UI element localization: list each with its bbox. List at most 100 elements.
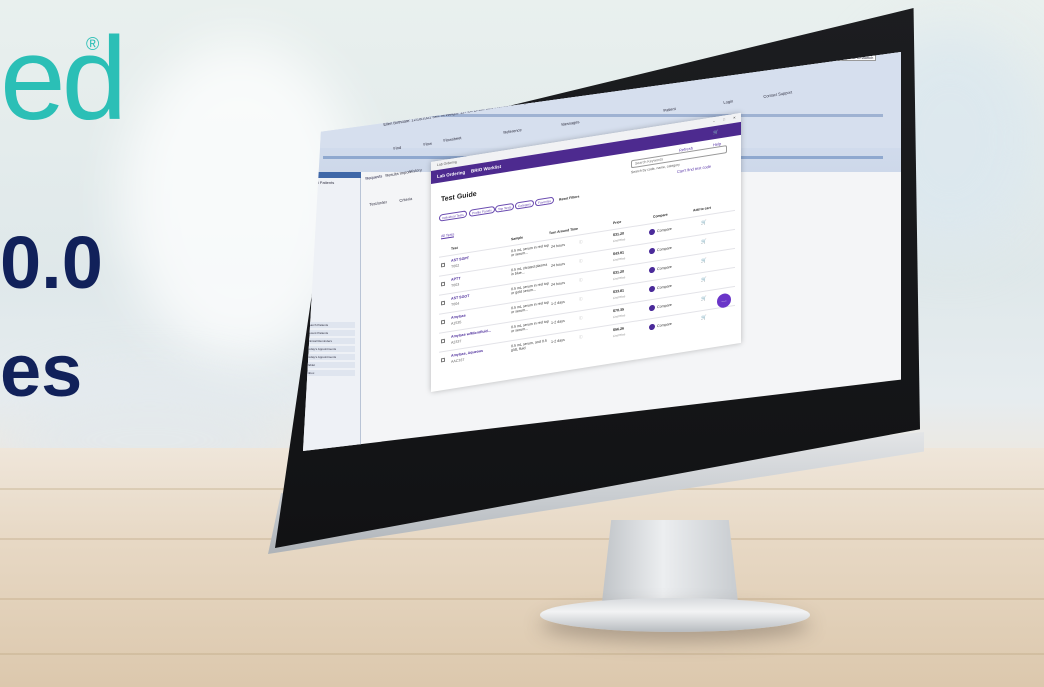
- test-code: A2337: [451, 339, 462, 345]
- compare-toggle[interactable]: [649, 285, 655, 293]
- price: $31.20: [613, 269, 624, 276]
- row-checkbox[interactable]: [441, 281, 445, 287]
- nav-search-patients[interactable]: Search Patients: [305, 322, 355, 328]
- filter-category[interactable]: Category: [515, 199, 534, 210]
- add-to-cart-icon[interactable]: 🛒: [701, 238, 707, 245]
- price: $33.81: [613, 288, 624, 295]
- info-icon[interactable]: ⓘ: [579, 259, 583, 265]
- col-compare: Compare: [653, 212, 668, 219]
- cart-icon[interactable]: 🛒: [713, 129, 719, 136]
- tab-requests[interactable]: Requests: [365, 173, 382, 181]
- test-name[interactable]: Amylase w/Microfluid...: [451, 329, 491, 339]
- price-label: List Price: [613, 313, 626, 320]
- brand-wordmark: ed: [0, 13, 127, 145]
- window-title: Lab Ordering: [437, 159, 457, 168]
- row-checkbox[interactable]: [441, 319, 445, 325]
- compare-toggle[interactable]: [649, 266, 655, 274]
- add-to-cart-icon[interactable]: 🛒: [701, 276, 707, 283]
- nav-inbox[interactable]: Inbox: [305, 370, 355, 376]
- monitor-base: [540, 598, 810, 632]
- price-label: List Price: [613, 275, 626, 282]
- compare-label: Compare: [657, 321, 672, 329]
- filter-favorites[interactable]: Favorites: [535, 196, 555, 207]
- compare-label: Compare: [657, 264, 672, 272]
- compare-toggle[interactable]: [649, 304, 655, 312]
- row-checkbox[interactable]: [441, 300, 445, 306]
- col-add-to-cart: Add to cart: [693, 205, 711, 213]
- column-test-order: Test/order: [369, 199, 388, 207]
- nav-lab-ordering[interactable]: Lab Ordering: [437, 170, 465, 179]
- sample: 0.5 mL serum in red top or serum...: [511, 300, 549, 315]
- info-icon[interactable]: ⓘ: [579, 240, 583, 246]
- add-to-cart-icon[interactable]: 🛒: [701, 219, 707, 226]
- sample: 0.5 mL citrated plasma in blue...: [511, 262, 548, 277]
- price: $43.91: [613, 250, 624, 257]
- filter-top-tests[interactable]: Top Tests: [495, 202, 515, 213]
- test-code: A1535: [451, 320, 462, 326]
- filter-individual-tests[interactable]: Individual Tests: [439, 210, 467, 222]
- add-to-cart-icon[interactable]: 🛒: [701, 295, 707, 302]
- test-code: AAC337: [451, 357, 465, 364]
- tagline-heading: es: [0, 329, 83, 412]
- test-name[interactable]: AST SGOT: [451, 294, 469, 301]
- nav-brio-worklist[interactable]: BRIO Worklist: [471, 164, 501, 174]
- row-checkbox[interactable]: [441, 357, 445, 363]
- nav-tablet[interactable]: Tablet: [305, 362, 355, 368]
- test-name[interactable]: AST SGPT: [451, 256, 469, 263]
- maximize-icon[interactable]: □: [723, 117, 725, 121]
- test-name[interactable]: APTT: [451, 276, 460, 281]
- compare-label: Compare: [657, 283, 672, 291]
- row-checkbox[interactable]: [441, 338, 445, 344]
- test-name[interactable]: Amylase, Aqueous: [451, 349, 483, 358]
- ribbon-find[interactable]: Find: [393, 145, 401, 151]
- price-label: List Price: [613, 256, 626, 263]
- compare-toggle[interactable]: [649, 247, 655, 255]
- compare-toggle[interactable]: [649, 323, 655, 331]
- price-label: List Price: [613, 294, 626, 301]
- info-icon[interactable]: ⓘ: [579, 297, 583, 303]
- add-to-cart-icon[interactable]: 🛒: [701, 257, 707, 264]
- compare-label: Compare: [657, 302, 672, 310]
- sample: 0.5 mL serum, and 0.5 g/dL fluid: [511, 338, 547, 353]
- col-test[interactable]: Test: [451, 246, 458, 251]
- nav-todays-appointments[interactable]: Today's Appointments: [305, 346, 355, 352]
- turnaround-time: 24 hours: [551, 280, 565, 287]
- sample: 0.5 mL serum in red top or serum...: [511, 243, 549, 258]
- col-sample[interactable]: Sample: [511, 235, 523, 241]
- sample: 0.5 mL serum in red top or serum...: [511, 319, 549, 334]
- nav-recent-patients[interactable]: Recent Patients: [305, 330, 355, 336]
- test-name[interactable]: Amylase: [451, 313, 466, 319]
- turnaround-time: 24 hours: [551, 261, 565, 268]
- turnaround-time: 1-2 days: [551, 337, 565, 344]
- compare-label: Compare: [657, 245, 672, 253]
- test-code: T004: [451, 301, 460, 307]
- registered-mark: ®: [86, 34, 100, 54]
- info-icon[interactable]: ⓘ: [579, 316, 583, 322]
- price: $70.35: [613, 307, 624, 314]
- compare-toggle[interactable]: [649, 228, 655, 236]
- tab-all-tests[interactable]: All Tests: [441, 232, 455, 240]
- test-code: T003: [451, 282, 460, 288]
- col-turnaround[interactable]: Turn Around Time: [549, 227, 578, 236]
- cant-find-link[interactable]: Can't find test code: [677, 164, 711, 174]
- filter-profile-panels[interactable]: Profile Panels: [469, 205, 495, 217]
- info-icon[interactable]: ⓘ: [579, 278, 583, 284]
- page-title: Test Guide: [441, 190, 477, 204]
- nav-clinical-reminders[interactable]: Clinical Reminders: [305, 338, 355, 344]
- add-to-cart-icon[interactable]: 🛒: [701, 314, 707, 321]
- version-heading: 0.0: [0, 221, 103, 304]
- reset-filters[interactable]: Reset Filters: [559, 195, 579, 202]
- turnaround-time: 1-2 days: [551, 318, 565, 325]
- tab-history[interactable]: History: [409, 167, 422, 174]
- price: $56.26: [613, 326, 624, 333]
- test-code: T002: [451, 263, 460, 269]
- info-icon[interactable]: ⓘ: [579, 335, 583, 341]
- minimize-icon[interactable]: –: [713, 119, 715, 123]
- price: $31.20: [613, 231, 624, 238]
- close-icon[interactable]: ✕: [733, 116, 736, 120]
- row-checkbox[interactable]: [441, 262, 445, 268]
- nav-todays-appointments-2[interactable]: Today's Appointments: [305, 354, 355, 360]
- col-price[interactable]: Price: [613, 220, 621, 225]
- ribbon-top: [303, 52, 901, 148]
- column-criteria: Criteria: [399, 195, 413, 203]
